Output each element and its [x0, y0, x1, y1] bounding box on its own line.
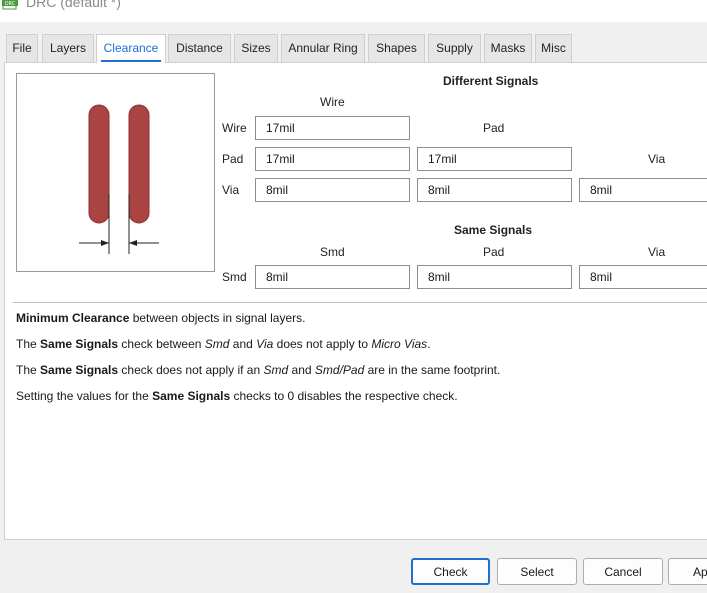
smd-pad-input[interactable] [417, 265, 572, 289]
apply-button-clip: Apply [668, 558, 707, 585]
wire-wire-input[interactable] [255, 116, 410, 140]
row-label-smd: Smd [222, 270, 247, 284]
pad-pad-input[interactable] [417, 147, 572, 171]
row-label-wire: Wire [222, 121, 247, 135]
smd-smd-input[interactable] [255, 265, 410, 289]
via-pad-input[interactable] [417, 178, 572, 202]
info-line-2: The Same Signals check between Smd and V… [16, 337, 431, 351]
same-signals-title: Same Signals [454, 223, 533, 237]
pad-wire-input[interactable] [255, 147, 410, 171]
cancel-button[interactable]: Cancel [583, 558, 663, 585]
col-header-smd: Smd [320, 245, 345, 259]
info-line-3: The Same Signals check does not apply if… [16, 363, 501, 377]
col-header-via: Via [648, 152, 666, 166]
drc-app-icon: DRC [2, 0, 18, 10]
smd-via-input[interactable] [579, 265, 707, 289]
tab-shapes[interactable]: Shapes [368, 34, 425, 62]
col-header-pad: Pad [483, 121, 505, 135]
clearance-illustration [79, 104, 159, 254]
select-button[interactable]: Select [497, 558, 577, 585]
arrowhead-left [101, 240, 109, 246]
window-title: DRC (default *) [26, 0, 121, 10]
info-line-1: Minimum Clearance between objects in sig… [16, 311, 306, 325]
tab-file[interactable]: File [6, 34, 38, 62]
via-wire-input[interactable] [255, 178, 410, 202]
tab-supply[interactable]: Supply [428, 34, 481, 62]
separator [13, 302, 707, 303]
tab-distance[interactable]: Distance [168, 34, 231, 62]
arrowhead-right [129, 240, 137, 246]
apply-button[interactable]: Apply [668, 558, 707, 585]
tab-masks[interactable]: Masks [484, 34, 532, 62]
tab-layers[interactable]: Layers [42, 34, 94, 62]
col-header-same-pad: Pad [483, 245, 505, 259]
col-header-wire: Wire [320, 95, 345, 109]
trace-left [88, 104, 110, 224]
tab-sizes[interactable]: Sizes [234, 34, 278, 62]
tab-annular-ring[interactable]: Annular Ring [281, 34, 365, 62]
trace-right [128, 104, 150, 224]
tab-misc[interactable]: Misc [535, 34, 572, 62]
svg-text:DRC: DRC [5, 1, 16, 7]
clearance-preview [16, 73, 215, 272]
via-via-input[interactable] [579, 178, 707, 202]
title-bar: DRC DRC (default *) [0, 0, 707, 22]
check-button[interactable]: Check [411, 558, 490, 585]
row-label-pad: Pad [222, 152, 244, 166]
tab-clearance[interactable]: Clearance [96, 34, 166, 63]
info-line-4: Setting the values for the Same Signals … [16, 389, 458, 403]
row-label-via: Via [222, 183, 240, 197]
different-signals-title: Different Signals [443, 74, 539, 88]
col-header-same-via: Via [648, 245, 666, 259]
